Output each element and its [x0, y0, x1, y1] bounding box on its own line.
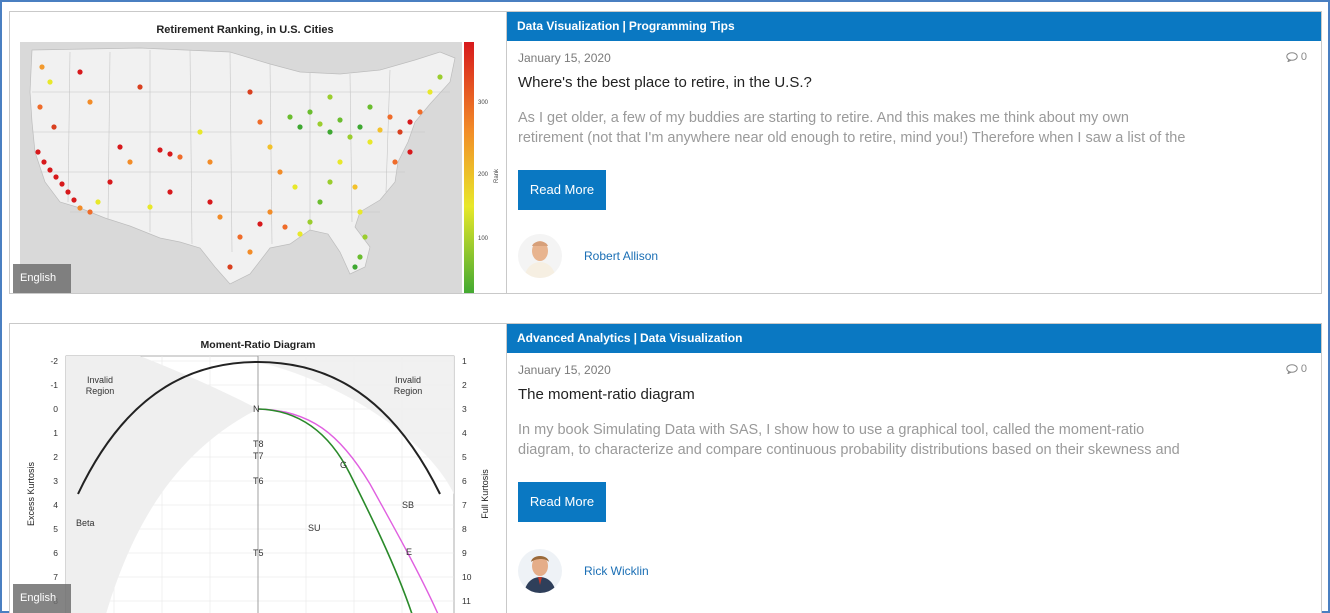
point-label: T5 — [253, 548, 264, 558]
region-label: Beta — [76, 518, 95, 528]
rank-colorbar — [464, 42, 474, 293]
point-label: G — [340, 460, 347, 470]
region-label: SB — [402, 500, 414, 510]
post-excerpt: As I get older, a few of my buddies are … — [518, 108, 1308, 148]
region-label: SU — [308, 523, 321, 533]
category-link[interactable]: Advanced Analytics — [517, 331, 631, 345]
author-photo-icon — [518, 549, 562, 593]
left-tick: 5 — [53, 524, 58, 534]
left-tick: 7 — [53, 572, 58, 582]
colorbar-label: Rank — [494, 168, 500, 183]
point-label: E — [406, 547, 412, 557]
category-bar: Data Visualization | Programming Tips — [507, 12, 1321, 41]
right-axis-label: Full Kurtosis — [480, 469, 490, 519]
author-avatar[interactable] — [518, 234, 562, 278]
region-label: Region — [86, 386, 115, 396]
post-excerpt: In my book Simulating Data with SAS, I s… — [518, 420, 1308, 460]
author-link[interactable]: Rick Wicklin — [584, 564, 649, 578]
right-tick: 11 — [462, 596, 471, 606]
right-tick: 4 — [462, 428, 467, 438]
colorbar-tick: 300 — [478, 100, 489, 106]
comment-count-value: 0 — [1300, 51, 1307, 63]
comment-count-value: 0 — [1300, 363, 1307, 375]
colorbar-tick: 100 — [478, 236, 489, 242]
left-tick: 4 — [53, 500, 58, 510]
post-thumbnail-chart[interactable]: Moment-Ratio Diagram Invalid Region Inva… — [10, 324, 507, 613]
author-photo-icon — [518, 234, 562, 278]
right-tick: 8 — [462, 524, 467, 534]
point-label: T6 — [253, 476, 264, 486]
author-byline: Robert Allison — [518, 234, 658, 278]
author-link[interactable]: Robert Allison — [584, 249, 658, 263]
left-tick: 2 — [53, 452, 58, 462]
diagram-title: Moment-Ratio Diagram — [201, 339, 316, 351]
comment-count[interactable]: 0 — [1286, 51, 1307, 63]
language-badge: English — [13, 264, 71, 293]
region-label: Invalid — [395, 375, 421, 385]
left-axis-ticks: -2 -1 0 1 2 3 4 5 6 7 8 — [50, 356, 58, 606]
author-byline: Rick Wicklin — [518, 549, 649, 593]
author-avatar[interactable] — [518, 549, 562, 593]
read-more-button[interactable]: Read More — [518, 170, 606, 210]
left-tick: 0 — [53, 404, 58, 414]
excerpt-line: retirement (not that I'm anywhere near o… — [518, 130, 1186, 146]
right-tick: 10 — [462, 572, 472, 582]
region-label: Invalid — [87, 375, 113, 385]
category-link[interactable]: Data Visualization — [640, 331, 742, 345]
right-tick: 6 — [462, 476, 467, 486]
category-separator: | — [633, 331, 637, 345]
category-separator: | — [622, 19, 626, 33]
post-title[interactable]: Where's the best place to retire, in the… — [518, 74, 812, 91]
post-content: Advanced Analytics | Data Visualization Ja… — [507, 324, 1321, 613]
post-content: Data Visualization | Programming Tips Janu… — [507, 12, 1321, 293]
left-tick: 3 — [53, 476, 58, 486]
point-label: N — [253, 404, 260, 414]
left-axis-label: Excess Kurtosis — [26, 461, 36, 526]
category-link[interactable]: Programming Tips — [629, 19, 735, 33]
post-thumbnail-map[interactable]: Retirement Ranking, in U.S. Cities 300 2… — [10, 12, 507, 293]
comment-icon — [1286, 52, 1298, 62]
post-date: January 15, 2020 — [518, 363, 611, 377]
comment-count[interactable]: 0 — [1286, 363, 1307, 375]
retirement-map-graphic: Retirement Ranking, in U.S. Cities 300 2… — [20, 24, 500, 293]
read-more-button[interactable]: Read More — [518, 482, 606, 522]
colorbar-tick: 200 — [478, 172, 489, 178]
category-link[interactable]: Data Visualization — [517, 19, 619, 33]
left-tick: -1 — [50, 380, 58, 390]
moment-ratio-graphic: Moment-Ratio Diagram Invalid Region Inva… — [26, 339, 490, 613]
post-card: Retirement Ranking, in U.S. Cities 300 2… — [9, 11, 1322, 294]
excerpt-line: diagram, to characterize and compare con… — [518, 442, 1180, 458]
left-tick: -2 — [50, 356, 58, 366]
region-label: Region — [394, 386, 423, 396]
right-tick: 9 — [462, 548, 467, 558]
post-title[interactable]: The moment-ratio diagram — [518, 386, 695, 403]
right-axis-ticks: 1 2 3 4 5 6 7 8 9 10 11 — [462, 356, 472, 606]
right-tick: 2 — [462, 380, 467, 390]
right-tick: 7 — [462, 500, 467, 510]
point-label: T8 — [253, 439, 264, 449]
left-tick: 6 — [53, 548, 58, 558]
right-tick: 3 — [462, 404, 467, 414]
left-tick: 1 — [53, 428, 58, 438]
comment-icon — [1286, 364, 1298, 374]
language-badge: English — [13, 584, 71, 613]
excerpt-line: As I get older, a few of my buddies are … — [518, 110, 1129, 126]
map-title: Retirement Ranking, in U.S. Cities — [156, 24, 333, 36]
excerpt-line: In my book Simulating Data with SAS, I s… — [518, 422, 1145, 438]
right-tick: 1 — [462, 356, 467, 366]
right-tick: 5 — [462, 452, 467, 462]
post-card: Moment-Ratio Diagram Invalid Region Inva… — [9, 323, 1322, 613]
post-date: January 15, 2020 — [518, 51, 611, 65]
category-bar: Advanced Analytics | Data Visualization — [507, 324, 1321, 353]
point-label: T7 — [253, 451, 264, 461]
